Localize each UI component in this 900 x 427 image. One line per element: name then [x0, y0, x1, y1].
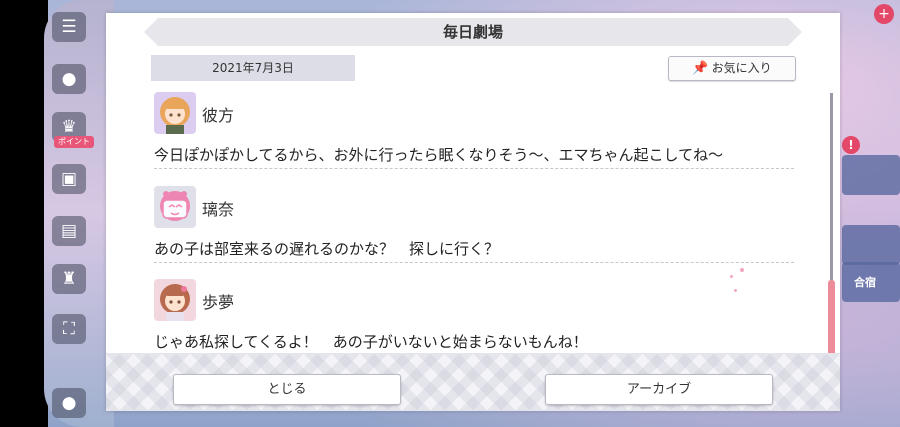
speaker-name: 璃奈	[202, 200, 235, 219]
dialogue-line: じゃあ私探してくるよ！ あの子がいないと始まらないもんね！	[154, 333, 588, 351]
right-tile-event[interactable]	[842, 155, 900, 195]
rina-avatar-icon	[154, 186, 196, 228]
close-button[interactable]: とじる	[173, 374, 401, 405]
favorite-button-label: お気に入り	[711, 61, 772, 75]
sparkle-decoration	[730, 275, 733, 278]
chat-icon[interactable]: ●	[52, 64, 86, 94]
hamburger-menu-icon[interactable]: ☰	[52, 12, 86, 42]
add-icon[interactable]: +	[874, 4, 894, 24]
sparkle-decoration	[740, 268, 744, 272]
gift-icon[interactable]: ▣	[52, 164, 86, 194]
avatar	[154, 186, 196, 228]
favorite-button[interactable]: 📌 お気に入り	[668, 56, 796, 81]
speaker-name: 歩夢	[202, 293, 235, 312]
date-label: 2021年7月3日	[151, 55, 355, 81]
avatar	[154, 279, 196, 321]
right-tile-arrow[interactable]	[842, 225, 900, 265]
profile-icon[interactable]: ●	[52, 388, 86, 418]
dialogue-line: あの子は部室来るの遅れるのかな？ 探しに行く？	[154, 240, 500, 258]
archive-button[interactable]: アーカイブ	[545, 374, 773, 405]
alert-icon: !	[842, 136, 860, 154]
screen-left-edge	[0, 0, 48, 427]
divider	[154, 168, 794, 169]
avatar	[154, 92, 196, 134]
trophy-icon[interactable]: ♜	[52, 264, 86, 294]
right-tile-label: 合宿	[854, 276, 876, 289]
kanata-avatar-icon	[154, 92, 196, 134]
notice-icon[interactable]: ▤	[52, 216, 86, 246]
daily-theater-dialog: 毎日劇場 2021年7月3日 📌 お気に入り 彼方 今日ぽかぽかしてるから、お外に…	[106, 13, 840, 411]
divider	[154, 262, 794, 263]
speaker-name: 彼方	[202, 106, 235, 125]
pin-icon: 📌	[692, 61, 709, 76]
point-badge: ポイント	[54, 136, 94, 148]
sparkle-decoration	[734, 289, 737, 292]
fullscreen-icon[interactable]: ⛶	[52, 314, 86, 344]
dialogue-line: 今日ぽかぽかしてるから、お外に行ったら眠くなりそう～、エマちゃん起こしてね～	[154, 146, 724, 164]
ayumu-avatar-icon	[154, 279, 196, 321]
dialog-title: 毎日劇場	[144, 18, 802, 46]
